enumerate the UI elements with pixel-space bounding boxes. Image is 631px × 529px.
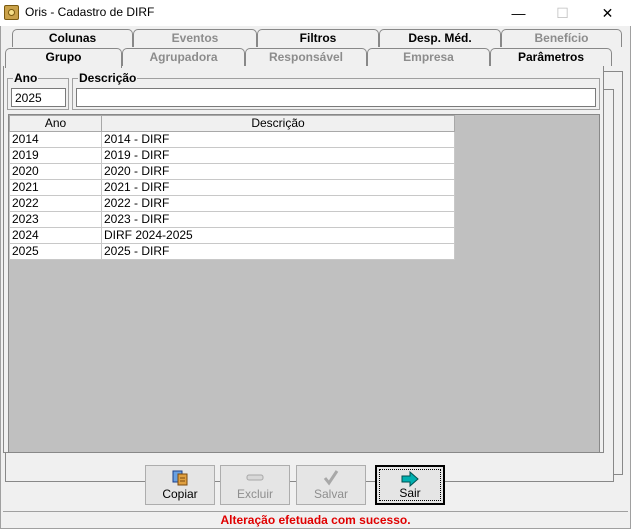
status-message: Alteração efetuada com sucesso. bbox=[3, 511, 628, 527]
sair-label: Sair bbox=[399, 486, 421, 500]
ano-input[interactable] bbox=[11, 88, 66, 107]
cell-descricao[interactable]: 2023 - DIRF bbox=[101, 211, 455, 228]
cell-ano[interactable]: 2019 bbox=[9, 147, 102, 164]
table-row[interactable]: 2022 2022 - DIRF bbox=[9, 195, 455, 212]
tab-filtros[interactable]: Filtros bbox=[257, 29, 379, 47]
table-row[interactable]: 2024 DIRF 2024-2025 bbox=[9, 227, 455, 244]
cell-descricao[interactable]: 2025 - DIRF bbox=[101, 243, 455, 260]
tab-agrupadora: Agrupadora bbox=[122, 48, 245, 66]
sair-button[interactable]: Sair bbox=[375, 465, 445, 505]
cell-ano[interactable]: 2020 bbox=[9, 163, 102, 180]
grid-area: Ano Descrição 2014 2014 - DIRF 2019 2019 -… bbox=[8, 114, 600, 453]
cell-descricao[interactable]: 2020 - DIRF bbox=[101, 163, 455, 180]
cell-ano[interactable]: 2021 bbox=[9, 179, 102, 196]
eraser-icon bbox=[221, 469, 289, 487]
cell-ano[interactable]: 2023 bbox=[9, 211, 102, 228]
tab-parametros[interactable]: Parâmetros bbox=[490, 48, 612, 66]
descricao-groupbox: Descrição bbox=[72, 71, 600, 110]
cell-ano[interactable]: 2025 bbox=[9, 243, 102, 260]
table-row[interactable]: 2019 2019 - DIRF bbox=[9, 147, 455, 164]
ano-groupbox: Ano bbox=[7, 71, 69, 110]
copiar-label: Copiar bbox=[162, 487, 198, 501]
descricao-label: Descrição bbox=[78, 71, 138, 85]
excluir-label: Excluir bbox=[236, 487, 273, 501]
table-row[interactable]: 2021 2021 - DIRF bbox=[9, 179, 455, 196]
dirf-grid: Ano Descrição 2014 2014 - DIRF 2019 2019 -… bbox=[9, 115, 455, 260]
cell-descricao[interactable]: 2019 - DIRF bbox=[101, 147, 455, 164]
close-button[interactable]: ✕ bbox=[585, 0, 630, 26]
window-frame: Colunas Eventos Filtros Desp. Méd. Benef… bbox=[0, 26, 631, 529]
excluir-button: Excluir bbox=[220, 465, 290, 505]
cell-descricao[interactable]: DIRF 2024-2025 bbox=[101, 227, 455, 244]
cell-descricao[interactable]: 2022 - DIRF bbox=[101, 195, 455, 212]
tab-responsavel: Responsável bbox=[245, 48, 367, 66]
table-row[interactable]: 2014 2014 - DIRF bbox=[9, 131, 455, 148]
descricao-input[interactable] bbox=[76, 88, 596, 107]
table-row[interactable]: 2023 2023 - DIRF bbox=[9, 211, 455, 228]
grid-header-row: Ano Descrição bbox=[9, 115, 455, 132]
tab-colunas[interactable]: Colunas bbox=[12, 29, 133, 47]
maximize-button: ☐ bbox=[556, 5, 569, 21]
cell-ano[interactable]: 2024 bbox=[9, 227, 102, 244]
tab-grupo[interactable]: Grupo bbox=[5, 48, 122, 68]
tab-beneficio: Benefício bbox=[501, 29, 622, 47]
ano-label: Ano bbox=[13, 71, 39, 85]
cell-ano[interactable]: 2022 bbox=[9, 195, 102, 212]
table-row[interactable]: 2025 2025 - DIRF bbox=[9, 243, 455, 260]
cell-ano[interactable]: 2014 bbox=[9, 131, 102, 148]
column-header-descricao[interactable]: Descrição bbox=[101, 115, 455, 132]
checkmark-icon bbox=[297, 469, 365, 487]
app-logo-icon bbox=[4, 5, 19, 20]
tab-desp-med[interactable]: Desp. Méd. bbox=[379, 29, 501, 47]
cell-descricao[interactable]: 2021 - DIRF bbox=[101, 179, 455, 196]
column-header-ano[interactable]: Ano bbox=[9, 115, 102, 132]
salvar-button: Salvar bbox=[296, 465, 366, 505]
copiar-button[interactable]: Copiar bbox=[145, 465, 215, 505]
salvar-label: Salvar bbox=[313, 487, 348, 501]
tab-eventos: Eventos bbox=[133, 29, 257, 47]
table-row[interactable]: 2020 2020 - DIRF bbox=[9, 163, 455, 180]
window-title: Oris - Cadastro de DIRF bbox=[25, 5, 155, 19]
copy-icon bbox=[146, 469, 214, 487]
minimize-button[interactable]: — bbox=[496, 0, 541, 26]
tab-empresa: Empresa bbox=[367, 48, 490, 66]
cell-descricao[interactable]: 2014 - DIRF bbox=[101, 131, 455, 148]
title-bar: Oris - Cadastro de DIRF — ☐ ✕ bbox=[0, 0, 631, 26]
